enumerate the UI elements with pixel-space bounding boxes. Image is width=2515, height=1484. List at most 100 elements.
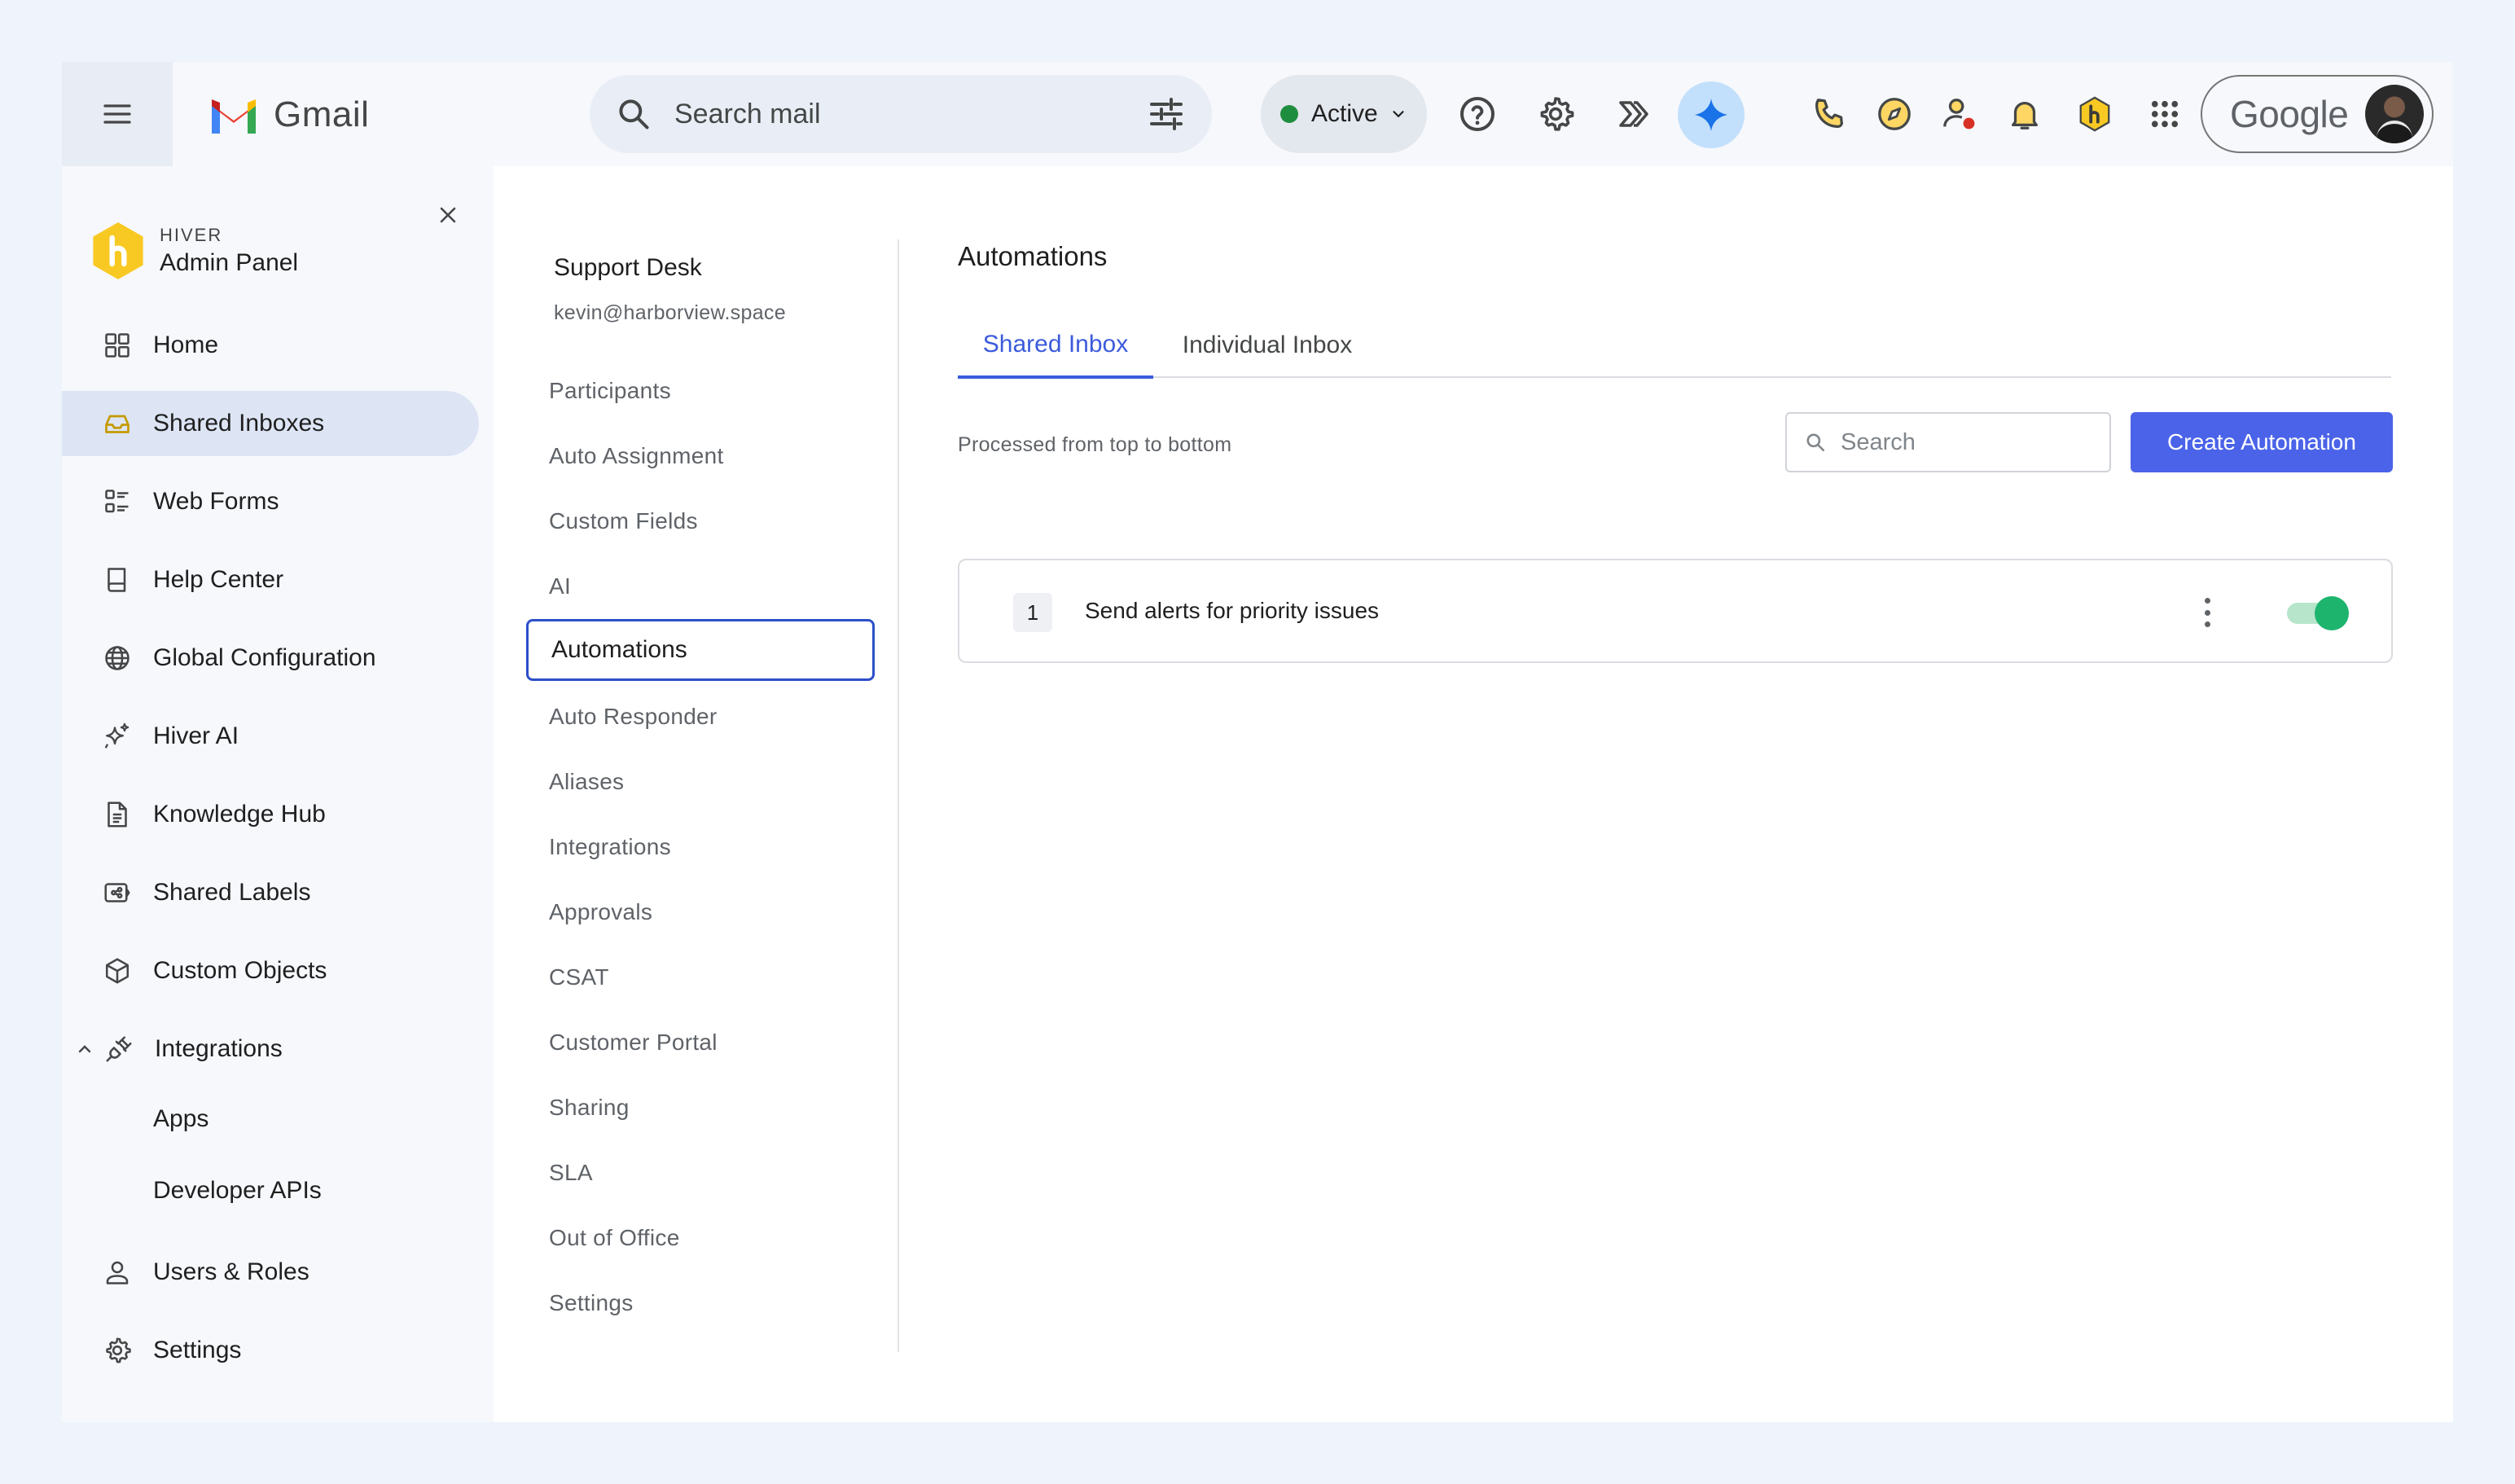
subnav-item-approvals[interactable]: Approvals — [549, 899, 652, 925]
gear-icon — [1540, 97, 1574, 131]
account-switcher[interactable]: Google — [2201, 75, 2434, 153]
sidebar-item-shared-inboxes[interactable]: Shared Inboxes — [62, 391, 479, 456]
help-icon — [1460, 97, 1495, 131]
search-placeholder: Search — [1841, 428, 1916, 455]
sidebar-item-custom-objects[interactable]: Custom Objects — [62, 938, 479, 1003]
processing-order-note: Processed from top to bottom — [958, 433, 1232, 456]
subnav-item-sharing[interactable]: Sharing — [549, 1095, 630, 1121]
sidebar-item-label: Global Configuration — [153, 644, 376, 671]
subnav-item-settings[interactable]: Settings — [549, 1290, 634, 1316]
sidebar-item-hiver-ai[interactable]: Hiver AI — [62, 704, 479, 769]
sidebar-item-label: Hiver AI — [153, 722, 239, 749]
explore-button[interactable] — [1872, 91, 1917, 137]
gmail-m-icon — [212, 99, 256, 134]
search-icon — [1806, 433, 1825, 452]
subnav-item-out-of-office[interactable]: Out of Office — [549, 1225, 680, 1251]
status-label: Active — [1311, 100, 1378, 127]
subnav-item-custom-fields[interactable]: Custom Fields — [549, 508, 698, 534]
bell-icon — [2011, 102, 2039, 130]
subnav-item-sla[interactable]: SLA — [549, 1160, 593, 1186]
call-button[interactable] — [1806, 91, 1852, 137]
subnav-item-aliases[interactable]: Aliases — [549, 769, 624, 795]
subnav-item-auto-responder[interactable]: Auto Responder — [549, 704, 718, 730]
plug-icon — [103, 1033, 135, 1065]
sidebar-item-integrations[interactable]: Integrations — [62, 1016, 479, 1082]
chevron-up-icon[interactable] — [75, 1039, 94, 1059]
avatar[interactable] — [2365, 85, 2424, 143]
subnav-item-customer-portal[interactable]: Customer Portal — [549, 1030, 718, 1056]
help-button[interactable] — [1455, 91, 1500, 137]
notifications-button[interactable] — [2002, 91, 2048, 137]
search-bar[interactable]: Search mail — [590, 75, 1212, 153]
globe-icon — [101, 642, 134, 674]
status-dropdown[interactable]: Active — [1261, 75, 1427, 153]
sidebar-item-label: Home — [153, 331, 219, 358]
tab-shared-inbox[interactable]: Shared Inbox — [958, 313, 1153, 379]
shared-label-icon — [101, 876, 134, 909]
sidebar-item-users-roles[interactable]: Users & Roles — [62, 1240, 479, 1305]
inbox-tray-icon — [101, 407, 134, 440]
search-icon[interactable] — [616, 96, 652, 132]
rule-name[interactable]: Send alerts for priority issues — [1085, 598, 1379, 624]
person-alert-icon — [1943, 99, 1975, 130]
subnav-item-automations[interactable]: Automations — [526, 619, 875, 681]
form-list-icon — [101, 485, 134, 518]
app-frame: Gmail Search mail Active Google HIVER Ad… — [62, 62, 2453, 1422]
sidebar-item-settings[interactable]: Settings — [62, 1318, 479, 1383]
more-vert-icon[interactable] — [2199, 595, 2215, 630]
sidebar-item-label: Custom Objects — [153, 957, 327, 984]
book-icon — [101, 564, 134, 596]
search-input[interactable]: Search mail — [674, 99, 1147, 130]
sidebar-item-label: Shared Inboxes — [153, 410, 325, 437]
subnav-item-participants[interactable]: Participants — [549, 378, 671, 404]
create-automation-button[interactable]: Create Automation — [2131, 412, 2393, 472]
top-bar: Gmail Search mail Active Google — [62, 62, 2453, 166]
main-menu-button[interactable] — [62, 62, 173, 166]
gemini-button[interactable] — [1678, 81, 1745, 148]
sidebar-item-shared-labels[interactable]: Shared Labels — [62, 860, 479, 925]
subnav-item-integrations[interactable]: Integrations — [549, 834, 671, 860]
status-dot — [1280, 105, 1298, 123]
sidebar-subitem-developer-apis[interactable]: Developer APIs — [62, 1158, 479, 1223]
document-icon — [101, 798, 134, 831]
subnav-item-csat[interactable]: CSAT — [549, 964, 609, 990]
sparkles-icon — [101, 720, 134, 753]
hamburger-icon — [103, 104, 131, 124]
settings-button[interactable] — [1533, 91, 1578, 137]
apps-button[interactable] — [2142, 91, 2188, 137]
sidebar-subitem-label: Developer APIs — [153, 1177, 322, 1204]
grid-icon — [101, 329, 134, 362]
automation-rule-row[interactable]: 1 Send alerts for priority issues — [958, 559, 2393, 663]
sidebar-item-home[interactable]: Home — [62, 313, 479, 378]
close-admin-button[interactable] — [432, 199, 464, 231]
close-icon — [440, 207, 456, 223]
sidebar-item-global-configuration[interactable]: Global Configuration — [62, 626, 479, 691]
hiver-header: HIVER Admin Panel — [90, 220, 298, 282]
subnav-item-ai[interactable]: AI — [549, 573, 571, 599]
chevron-down-icon — [1393, 111, 1404, 118]
sidebar-item-knowledge-hub[interactable]: Knowledge Hub — [62, 782, 479, 847]
google-brand-label: Google — [2230, 93, 2349, 135]
hiver-logo-icon — [93, 222, 143, 279]
hiver-button[interactable] — [2072, 91, 2118, 137]
rule-enabled-toggle[interactable] — [2287, 596, 2349, 630]
sidebar-item-label: Users & Roles — [153, 1258, 309, 1285]
filter-sliders-icon[interactable] — [1147, 94, 1186, 134]
subnav-item-auto-assignment[interactable]: Auto Assignment — [549, 443, 724, 469]
tab-individual-inbox[interactable]: Individual Inbox — [1170, 313, 1365, 378]
contacts-button[interactable] — [1937, 91, 1982, 137]
sidebar-item-label: Knowledge Hub — [153, 801, 326, 828]
inbox-type-tabs: Shared Inbox Individual Inbox — [958, 313, 2391, 379]
automation-search-input[interactable]: Search — [1785, 412, 2111, 472]
sidebar-item-help-center[interactable]: Help Center — [62, 547, 479, 612]
sidebar-subitem-apps[interactable]: Apps — [62, 1087, 479, 1152]
sidebar-item-label: Settings — [153, 1337, 242, 1363]
gmail-logo[interactable]: Gmail — [208, 94, 369, 135]
app-name: Gmail — [274, 94, 370, 134]
toggle-knob — [2315, 596, 2349, 630]
gear-icon — [101, 1334, 134, 1367]
forward-button[interactable] — [1611, 91, 1657, 137]
rule-order-badge: 1 — [1013, 593, 1052, 632]
sidebar-item-web-forms[interactable]: Web Forms — [62, 469, 479, 534]
hiver-brand: HIVER — [160, 225, 223, 245]
